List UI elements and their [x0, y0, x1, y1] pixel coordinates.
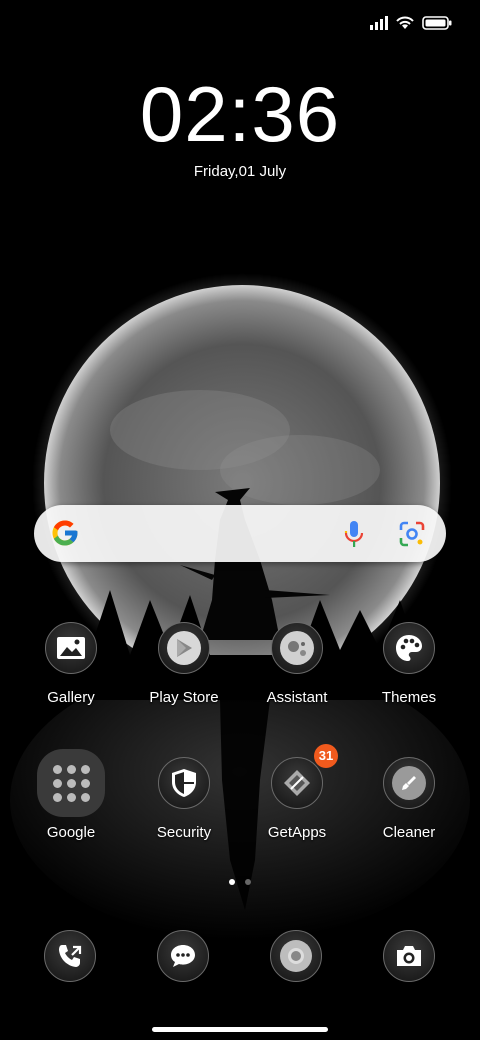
- page-dot-active[interactable]: [229, 879, 235, 885]
- wifi-icon: [396, 16, 414, 29]
- app-label: Assistant: [266, 689, 328, 706]
- app-label: Play Store: [149, 689, 219, 706]
- battery-icon: [422, 16, 452, 30]
- page-indicator[interactable]: [0, 879, 480, 885]
- chrome-icon: [270, 930, 322, 982]
- google-search-bar[interactable]: [34, 505, 446, 562]
- folder-google[interactable]: Google: [16, 749, 126, 841]
- app-label: GetApps: [267, 824, 327, 841]
- app-label: Themes: [381, 689, 437, 706]
- status-bar: [370, 16, 452, 30]
- play-store-icon: [158, 622, 210, 674]
- getapps-icon: 31: [271, 744, 338, 809]
- app-getapps[interactable]: 31 GetApps: [242, 744, 352, 841]
- assistant-icon: [271, 622, 323, 674]
- app-label: Security: [156, 824, 212, 841]
- app-label: Gallery: [47, 689, 95, 706]
- app-themes[interactable]: Themes: [354, 622, 464, 706]
- lens-icon[interactable]: [398, 520, 426, 548]
- app-label: Cleaner: [382, 824, 436, 841]
- notification-badge: 31: [314, 744, 338, 768]
- messages-icon: [157, 930, 209, 982]
- app-cleaner[interactable]: Cleaner: [354, 757, 464, 841]
- security-icon: [158, 757, 210, 809]
- google-g-icon: [52, 520, 78, 546]
- home-indicator[interactable]: [152, 1027, 328, 1032]
- dock-phone[interactable]: [44, 930, 96, 982]
- dock-messages[interactable]: [157, 930, 209, 982]
- page-dot[interactable]: [245, 879, 251, 885]
- app-security[interactable]: Security: [129, 757, 239, 841]
- dock-camera[interactable]: [383, 930, 435, 982]
- clock-date[interactable]: Friday,01 July: [0, 163, 480, 180]
- app-gallery[interactable]: Gallery: [16, 622, 126, 706]
- app-play-store[interactable]: Play Store: [129, 622, 239, 706]
- dock-chrome[interactable]: [270, 930, 322, 982]
- themes-icon: [383, 622, 435, 674]
- gallery-icon: [45, 622, 97, 674]
- app-label: Google: [46, 824, 96, 841]
- phone-icon: [44, 930, 96, 982]
- app-assistant[interactable]: Assistant: [242, 622, 352, 706]
- cleaner-icon: [383, 757, 435, 809]
- signal-icon: [370, 16, 388, 30]
- clock-time[interactable]: 02:36: [0, 72, 480, 156]
- mic-icon[interactable]: [342, 519, 366, 549]
- folder-icon: [37, 749, 105, 817]
- camera-icon: [383, 930, 435, 982]
